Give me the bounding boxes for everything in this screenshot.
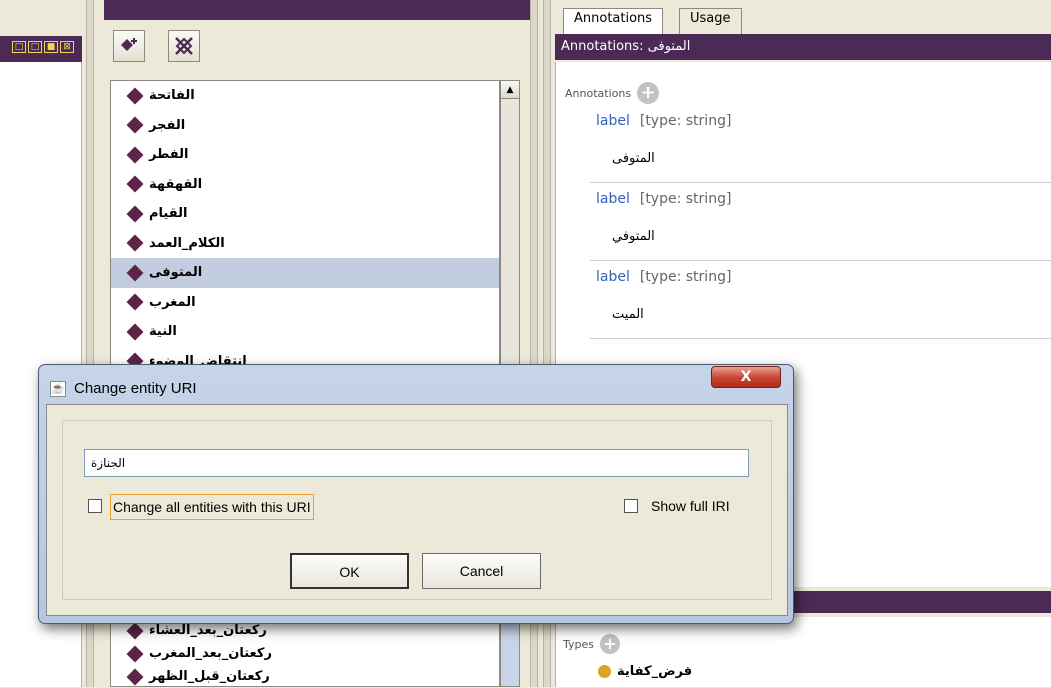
java-icon: ☕ (50, 380, 66, 397)
annotation-separator (590, 260, 1051, 261)
add-type-icon[interactable]: + (600, 634, 620, 654)
individuals-panel-header (104, 0, 530, 20)
show-full-iri-checkbox[interactable] (624, 499, 638, 513)
view-button[interactable]: ■ (44, 41, 58, 53)
dialog-title-bar: ☕ Change entity URI (50, 380, 197, 397)
list-item-label: القيام (149, 206, 188, 222)
types-section: Types + (563, 634, 620, 654)
individual-icon (126, 146, 144, 164)
annotation-value: الميت (612, 307, 644, 322)
type-item-label: فرض_كفاية (617, 664, 693, 679)
individual-icon (126, 205, 144, 223)
change-all-checkbox[interactable] (88, 499, 102, 513)
list-item-label: ركعتان_قبل_الظهر (149, 669, 270, 684)
delete-individual-icon (175, 37, 193, 55)
uri-input[interactable]: الجنازة (84, 449, 749, 477)
list-item[interactable]: المتوفى (111, 258, 499, 288)
ok-button[interactable]: OK (290, 553, 409, 589)
view-button[interactable]: □ (12, 41, 26, 53)
annotation-separator (590, 338, 1051, 339)
list-item-label: الفجر (149, 117, 186, 133)
annotation-item[interactable]: label [type: string] (596, 113, 731, 129)
individual-icon (126, 293, 144, 311)
type-item[interactable]: فرض_كفاية (598, 664, 692, 679)
class-icon (598, 665, 611, 678)
add-annotation-icon[interactable]: + (637, 82, 660, 104)
list-item-label: النية (149, 324, 177, 340)
types-title: Types (563, 637, 594, 651)
list-item-label: القهقهة (149, 176, 203, 192)
individual-icon (126, 645, 144, 662)
list-item[interactable]: الفطر (111, 140, 499, 170)
list-item-label: الفاتحة (149, 88, 195, 104)
annotation-property[interactable]: label (596, 191, 630, 207)
list-item-label: الفطر (149, 147, 189, 163)
list-item[interactable]: الفجر (111, 111, 499, 141)
individuals-list-lower[interactable]: ركعتان_بعد_العشاء ركعتان_بعد_المغرب ركعتان… (110, 618, 500, 687)
list-item-label: الكلام_العمد (149, 235, 225, 251)
list-item-label: ركعتان_بعد_المغرب (149, 646, 272, 661)
annotation-type: [type: string] (639, 269, 732, 285)
close-button[interactable]: X (711, 366, 781, 388)
annotation-property[interactable]: label (596, 269, 630, 285)
view-button[interactable]: □ (28, 41, 42, 53)
list-item[interactable]: ركعتان_قبل_الظهر (111, 665, 499, 688)
individual-icon (126, 323, 144, 341)
annotation-item[interactable]: label [type: string] (596, 191, 731, 207)
individual-icon (126, 234, 144, 252)
change-all-label[interactable]: Change all entities with this URI (110, 494, 314, 520)
annotation-property[interactable]: label (596, 113, 630, 129)
list-item[interactable]: القيام (111, 199, 499, 229)
delete-individual-button[interactable] (168, 30, 200, 62)
list-item-label: المتوفى (149, 265, 203, 281)
list-item-label: ركعتان_بعد_العشاء (149, 623, 267, 638)
add-individual-icon (121, 38, 137, 51)
list-item[interactable]: النية (111, 317, 499, 347)
list-item[interactable]: ركعتان_بعد_المغرب (111, 642, 499, 665)
tab-usage[interactable]: Usage (679, 8, 742, 34)
list-scrollbar-thumb[interactable] (500, 618, 520, 687)
annotations-title: Annotations (565, 86, 632, 100)
annotations-header: Annotations: المتوفى (555, 34, 1051, 60)
view-buttons: □ □ ■ ⊠ (12, 41, 74, 55)
tab-annotations[interactable]: Annotations (563, 8, 664, 34)
annotation-type: [type: string] (639, 191, 732, 207)
individual-icon (126, 668, 144, 685)
right-tabbar: Annotations Usage (555, 0, 1051, 34)
dialog-title: Change entity URI (74, 380, 197, 397)
annotation-type: [type: string] (639, 113, 732, 129)
annotation-value: المتوفي (612, 229, 655, 244)
individual-icon (126, 175, 144, 193)
list-item[interactable]: الفاتحة (111, 81, 499, 111)
annotation-item[interactable]: label [type: string] (596, 269, 731, 285)
show-full-iri-label[interactable]: Show full IRI (651, 498, 730, 514)
list-item[interactable]: المغرب (111, 288, 499, 318)
scroll-up-button[interactable]: ▲ (501, 81, 519, 99)
add-individual-button[interactable] (113, 30, 145, 62)
individual-icon (126, 622, 144, 639)
list-item-label: المغرب (149, 294, 196, 310)
list-item[interactable]: القهقهة (111, 170, 499, 200)
list-item[interactable]: الكلام_العمد (111, 229, 499, 259)
annotation-separator (590, 182, 1051, 183)
view-button[interactable]: ⊠ (60, 41, 74, 53)
individual-icon (126, 264, 144, 282)
annotation-value: المتوفى (612, 151, 655, 166)
cancel-button[interactable]: Cancel (422, 553, 541, 589)
individual-icon (126, 87, 144, 105)
individual-icon (126, 116, 144, 134)
annotations-section: Annotations + (565, 82, 660, 104)
